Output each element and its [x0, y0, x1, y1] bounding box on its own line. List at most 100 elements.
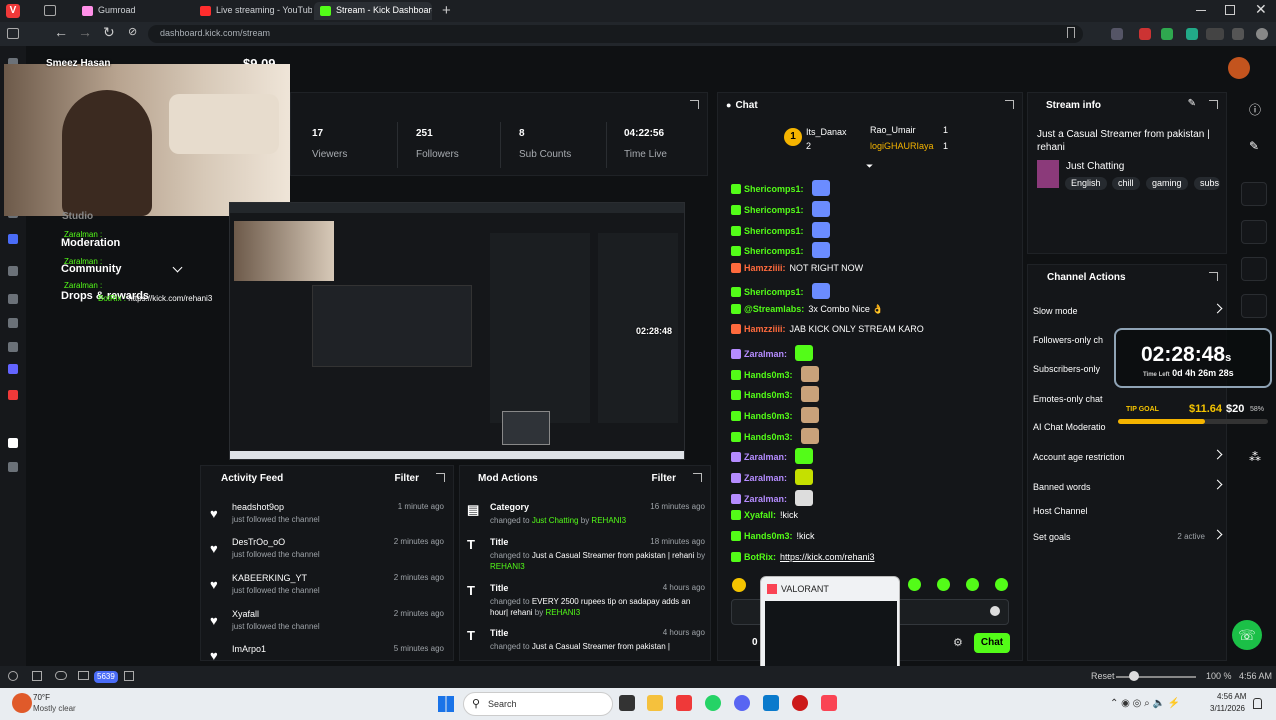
calendar-icon[interactable] [124, 671, 134, 681]
list-item[interactable]: ♥ KABEERKING_YT just followed the channel 2… [210, 573, 450, 595]
chat-username[interactable]: Hands0m3: [744, 411, 793, 421]
chat-popout-button[interactable] [1241, 294, 1267, 318]
expand-icon[interactable] [1209, 100, 1218, 109]
zoom-slider-thumb[interactable] [1129, 671, 1139, 681]
extension-icon[interactable] [1139, 28, 1151, 40]
url-field[interactable]: dashboard.kick.com/stream [148, 25, 1083, 43]
chat-message[interactable]: BotRix: https://kick.com/rehani3 [731, 552, 875, 572]
chat-username[interactable]: Zaralman: [744, 452, 787, 462]
feed-panel-icon[interactable] [8, 294, 18, 304]
chat-username[interactable]: Hands0m3: [744, 432, 793, 442]
slow-mode-row[interactable]: Slow mode [1033, 303, 1223, 316]
extension-icon[interactable] [1111, 28, 1123, 40]
tab-gumroad[interactable]: Gumroad [76, 2, 192, 20]
extension-icon[interactable] [1186, 28, 1198, 40]
send-chat-button[interactable]: Chat [974, 633, 1010, 653]
chat-message[interactable]: Hands0m3: [731, 428, 819, 448]
chat-message[interactable]: Shericomps1: [731, 222, 830, 242]
notification-icon[interactable] [1253, 698, 1262, 709]
flash-button[interactable] [1241, 220, 1267, 244]
emote-picker-icon[interactable] [732, 578, 746, 592]
chat-message[interactable]: Shericomps1: [731, 201, 830, 221]
taskbar-search[interactable]: ⚲ Search [463, 692, 613, 716]
reload-icon[interactable]: ↻ [103, 24, 115, 41]
chat-message[interactable]: Zaralman: [731, 490, 814, 510]
calendar-panel-icon[interactable] [8, 266, 18, 276]
chat-message[interactable]: @Streamlabs: 3x Combo Nice 👌 [731, 304, 884, 324]
close-window-icon[interactable]: ✕ [1255, 1, 1267, 18]
chat-message[interactable]: Shericomps1: [731, 242, 830, 262]
host-channel-row[interactable]: Host Channel [1033, 506, 1223, 516]
camera-button[interactable] [1241, 182, 1267, 206]
obs-icon[interactable] [792, 695, 808, 711]
extension-icon[interactable] [1161, 28, 1173, 40]
chat-username[interactable]: Shericomps1: [744, 205, 804, 215]
list-item[interactable]: ♥ headshot9op just followed the channel 1 m… [210, 502, 450, 524]
system-tray[interactable]: ⌃ ◉ ◎ ⌕ 🔈 ⚡ [1110, 698, 1180, 709]
quick-emote-icon[interactable] [908, 578, 921, 591]
expand-icon[interactable] [690, 100, 699, 109]
nav-studio[interactable]: Studio [62, 211, 93, 222]
support-button[interactable]: ☏ [1232, 620, 1262, 650]
emoji-icon[interactable] [990, 606, 1000, 616]
new-tab-icon[interactable]: + [442, 2, 451, 19]
chat-username[interactable]: Shericomps1: [744, 184, 804, 194]
chat-message[interactable]: Zaralman: [731, 345, 814, 365]
chat-username[interactable]: @Streamlabs: [744, 304, 804, 314]
chat-username[interactable]: Shericomps1: [744, 287, 804, 297]
chat-username[interactable]: Zaralman: [744, 494, 787, 504]
chat-message[interactable]: Hands0m3: [731, 366, 819, 386]
start-icon[interactable] [438, 696, 454, 712]
tab-kick-dashboard[interactable]: Stream - Kick Dashboard [314, 2, 432, 20]
mastodon-panel-icon[interactable] [8, 364, 18, 374]
user-avatar[interactable] [1228, 57, 1250, 79]
set-goals-row[interactable]: Set goals 2 active [1033, 529, 1223, 542]
vpn-icon[interactable] [1206, 28, 1224, 40]
file-explorer-icon[interactable] [647, 695, 663, 711]
chat-message[interactable]: Shericomps1: [731, 283, 830, 303]
cloud-icon[interactable] [55, 671, 67, 680]
panel-toggle-icon[interactable] [8, 671, 18, 681]
vivaldi-taskbar-icon[interactable] [676, 695, 692, 711]
tab-youtube[interactable]: Live streaming - YouTube S [194, 2, 312, 20]
mail-icon[interactable] [78, 671, 89, 680]
expand-icon[interactable] [436, 473, 445, 482]
whatsapp-icon[interactable] [705, 695, 721, 711]
chat-message[interactable]: Hands0m3: [731, 407, 819, 427]
contacts-panel-icon[interactable] [8, 342, 18, 352]
vscode-icon[interactable] [763, 695, 779, 711]
chat-username[interactable]: Hamzziiii: [744, 324, 786, 334]
list-item[interactable]: ♥ ImArpo1 5 minutes ago [210, 644, 450, 663]
forward-icon[interactable]: → [78, 24, 92, 40]
valorant-preview-popup[interactable]: VALORANT [760, 576, 900, 678]
vivaldi-menu-icon[interactable]: V [6, 4, 20, 18]
chat-username[interactable]: Hands0m3: [744, 531, 793, 541]
filter-button[interactable]: Filter [395, 473, 419, 484]
chat-username[interactable]: Hamzziiii: [744, 263, 786, 273]
expand-icon[interactable] [1005, 100, 1014, 109]
chat-message[interactable]: Zaralman: [731, 469, 814, 489]
chat-username[interactable]: Shericomps1: [744, 226, 804, 236]
weather-icon[interactable] [12, 693, 32, 713]
chat-message[interactable]: Hands0m3: !kick [731, 531, 815, 551]
pencil-icon[interactable]: ✎ [1249, 139, 1259, 153]
extension-icon[interactable] [1232, 28, 1244, 40]
chat-username[interactable]: BotRix: [744, 552, 776, 562]
chat-message[interactable]: Shericomps1: [731, 180, 830, 200]
badge-panel-icon[interactable] [8, 234, 18, 244]
chat-message[interactable]: Hamzziiii: NOT RIGHT NOW [731, 263, 863, 283]
quick-emote-icon[interactable] [966, 578, 979, 591]
quick-emote-icon[interactable] [995, 578, 1008, 591]
edit-icon[interactable]: ✎ [1188, 98, 1196, 109]
chat-message[interactable]: Hamzziiii: JAB KICK ONLY STREAM KARO [731, 324, 924, 344]
list-item[interactable]: ♥ DesTrOo_oO just followed the channel 2 mi… [210, 537, 450, 559]
expand-icon[interactable] [693, 473, 702, 482]
chat-username[interactable]: Zaralman: [744, 349, 787, 359]
stream-preview[interactable] [229, 202, 685, 460]
chat-username[interactable]: Hands0m3: [744, 390, 793, 400]
banned-words-row[interactable]: Banned words [1033, 479, 1223, 492]
chat-username[interactable]: Shericomps1: [744, 246, 804, 256]
chat-username[interactable]: Zaralman: [744, 473, 787, 483]
maximize-icon[interactable] [1225, 5, 1235, 15]
settings-gear-icon[interactable]: ⚙ [953, 636, 963, 649]
